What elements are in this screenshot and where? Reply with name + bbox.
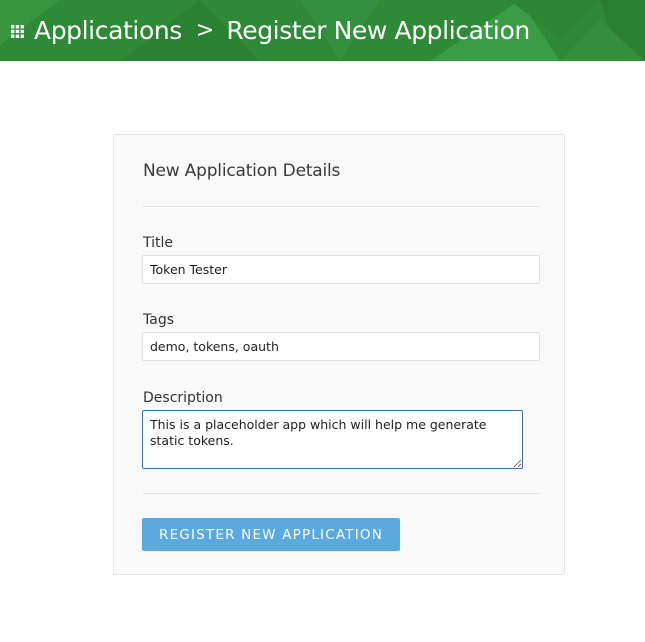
page-header: Applications > Register New Application <box>0 0 645 61</box>
panel-title: New Application Details <box>143 161 341 181</box>
tags-label: Tags <box>143 312 174 328</box>
register-new-application-button[interactable]: REGISTER NEW APPLICATION <box>142 518 400 551</box>
description-textarea[interactable]: This is a placeholder app which will hel… <box>142 410 523 469</box>
breadcrumb-current-page: Register New Application <box>226 16 530 45</box>
application-details-panel: New Application Details Title Tags Descr… <box>113 134 565 575</box>
description-label: Description <box>143 390 223 406</box>
breadcrumb-applications-link[interactable]: Applications <box>34 18 182 43</box>
grid-icon[interactable] <box>11 25 24 38</box>
title-input[interactable] <box>142 255 540 284</box>
title-label: Title <box>143 235 174 251</box>
breadcrumb-separator: > <box>195 17 215 43</box>
panel-divider-bottom <box>143 493 540 494</box>
panel-divider-top <box>143 206 540 207</box>
tags-input[interactable] <box>142 332 540 361</box>
breadcrumb: Applications > Register New Application <box>11 18 530 43</box>
